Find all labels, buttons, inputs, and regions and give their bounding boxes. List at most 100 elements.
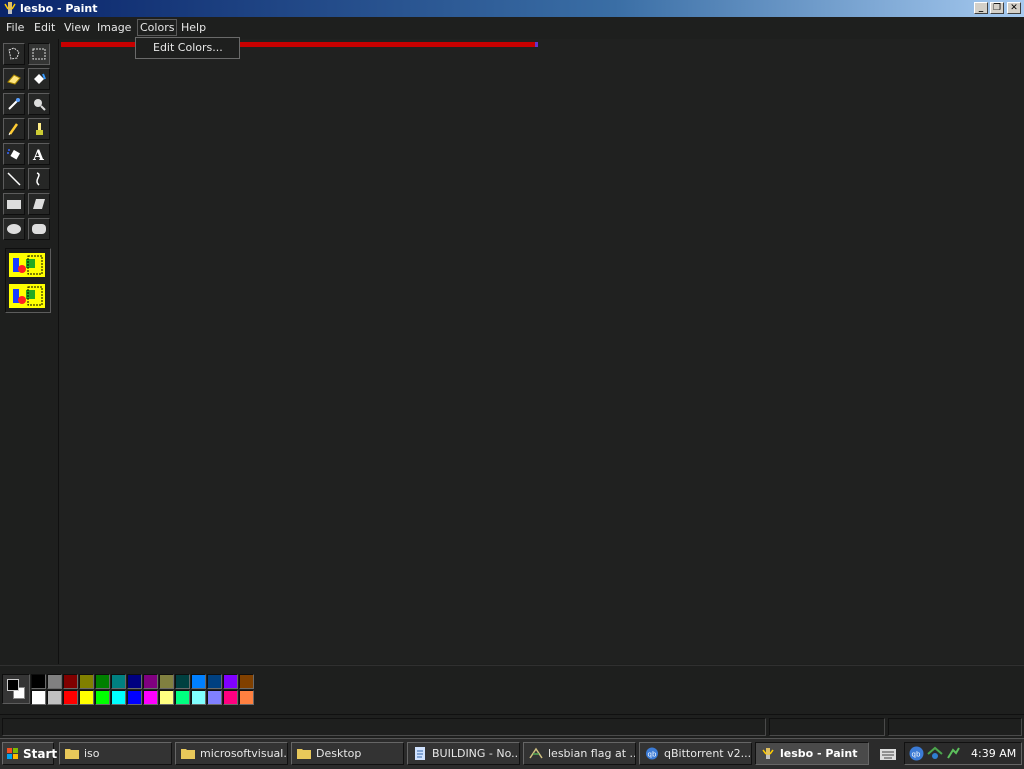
- network-tray-icon[interactable]: [927, 746, 943, 761]
- polygon-icon: [33, 199, 45, 209]
- tool-line[interactable]: [3, 168, 25, 190]
- tool-magnifier[interactable]: [28, 93, 50, 115]
- status-size-pane: [888, 718, 1022, 736]
- palette-swatch[interactable]: [207, 690, 222, 705]
- palette-swatch[interactable]: [127, 674, 142, 689]
- task-label: lesbo - Paint: [780, 747, 858, 760]
- notepad-icon: [415, 747, 425, 760]
- tool-brush[interactable]: [28, 118, 50, 140]
- close-icon: ✕: [1010, 3, 1018, 13]
- task-iso[interactable]: iso: [59, 742, 172, 765]
- task-qbittorrent[interactable]: qb qBittorrent v2....: [639, 742, 752, 765]
- palette-swatch[interactable]: [31, 674, 46, 689]
- palette-swatch[interactable]: [95, 690, 110, 705]
- status-text-pane: [2, 718, 766, 736]
- folder-icon: [297, 749, 311, 759]
- transparent-selection-option[interactable]: [9, 284, 45, 308]
- menu-view[interactable]: View: [62, 20, 92, 35]
- task-paint[interactable]: lesbo - Paint: [755, 742, 869, 765]
- opaque-selection-icon: [13, 255, 43, 275]
- task-desktop[interactable]: Desktop: [291, 742, 404, 765]
- task-label: BUILDING - No...: [432, 747, 520, 760]
- task-notepad-building[interactable]: BUILDING - No...: [407, 742, 520, 765]
- palette-swatch[interactable]: [159, 674, 174, 689]
- window-title: lesbo - Paint: [20, 2, 98, 15]
- palette-swatch[interactable]: [47, 674, 62, 689]
- task-microsoftvisual[interactable]: microsoftvisual...: [175, 742, 288, 765]
- tool-pick-color[interactable]: [3, 93, 25, 115]
- text-icon: A: [32, 148, 45, 162]
- restore-button[interactable]: ❐: [990, 2, 1004, 14]
- tool-curve[interactable]: [28, 168, 50, 190]
- start-label: Start: [23, 747, 58, 761]
- drawing-canvas[interactable]: [58, 39, 1024, 664]
- tool-ellipse[interactable]: [3, 218, 25, 240]
- palette-swatch[interactable]: [239, 690, 254, 705]
- svg-text:qb: qb: [648, 751, 657, 759]
- menu-file[interactable]: File: [4, 20, 26, 35]
- palette-swatch[interactable]: [79, 674, 94, 689]
- palette-swatch[interactable]: [207, 674, 222, 689]
- palette-swatch[interactable]: [191, 690, 206, 705]
- palette-swatch[interactable]: [111, 674, 126, 689]
- palette-swatch[interactable]: [175, 674, 190, 689]
- palette-swatch[interactable]: [79, 690, 94, 705]
- colors-menu-dropdown: Edit Colors...: [135, 37, 240, 59]
- palette-swatch[interactable]: [63, 690, 78, 705]
- palette-swatch[interactable]: [31, 690, 46, 705]
- palette-swatch[interactable]: [223, 690, 238, 705]
- eraser-icon: [7, 74, 21, 85]
- palette-swatch[interactable]: [63, 674, 78, 689]
- menu-item-edit-colors[interactable]: Edit Colors...: [153, 41, 223, 54]
- tool-rounded-rectangle[interactable]: [28, 218, 50, 240]
- qbittorrent-tray-icon[interactable]: qb: [909, 746, 924, 761]
- tool-airbrush[interactable]: [3, 143, 25, 165]
- tool-rectangle[interactable]: [3, 193, 25, 215]
- canvas-stripe-end: [535, 42, 538, 47]
- start-button[interactable]: Start: [2, 742, 58, 765]
- palette-swatch[interactable]: [95, 674, 110, 689]
- palette-swatch[interactable]: [143, 674, 158, 689]
- menu-help[interactable]: Help: [179, 20, 208, 35]
- status-coords-pane: [769, 718, 885, 736]
- minimize-button[interactable]: _: [974, 2, 988, 14]
- clock[interactable]: 4:39 AM: [971, 747, 1016, 760]
- menu-edit[interactable]: Edit: [32, 20, 57, 35]
- fill-bucket-icon: [34, 73, 46, 84]
- tool-text[interactable]: A: [28, 143, 50, 165]
- opaque-selection-option[interactable]: [9, 253, 45, 277]
- palette-swatch[interactable]: [127, 690, 142, 705]
- tool-fill[interactable]: [28, 68, 50, 90]
- menu-colors[interactable]: Colors: [137, 19, 178, 36]
- qbittorrent-icon: qb: [646, 747, 658, 760]
- palette-swatch[interactable]: [239, 674, 254, 689]
- palette-swatch[interactable]: [111, 690, 126, 705]
- line-icon: [7, 172, 21, 186]
- palette-swatch[interactable]: [175, 690, 190, 705]
- foreground-color-swatch[interactable]: [7, 679, 19, 691]
- keyboard-icon[interactable]: [880, 749, 896, 760]
- palette-swatch[interactable]: [159, 690, 174, 705]
- free-form-select-icon: [8, 47, 20, 60]
- paint-icon: [762, 748, 774, 759]
- palette-swatch[interactable]: [47, 690, 62, 705]
- taskbar: Start iso microsoftvisual... Desktop BUI…: [0, 738, 1024, 769]
- task-label: microsoftvisual...: [200, 747, 288, 760]
- safely-remove-hardware-icon[interactable]: [946, 746, 961, 761]
- palette-swatch[interactable]: [223, 674, 238, 689]
- tool-pencil[interactable]: [3, 118, 25, 140]
- tool-eraser[interactable]: [3, 68, 25, 90]
- close-button[interactable]: ✕: [1007, 2, 1021, 14]
- palette-swatch[interactable]: [143, 690, 158, 705]
- title-bar[interactable]: lesbo - Paint _ ❐ ✕: [0, 0, 1024, 17]
- task-label: iso: [84, 747, 100, 760]
- current-colors-box[interactable]: [2, 674, 30, 704]
- tool-select[interactable]: [28, 43, 50, 65]
- tool-polygon[interactable]: [28, 193, 50, 215]
- palette-swatch[interactable]: [191, 674, 206, 689]
- rectangle-icon: [7, 200, 21, 209]
- menu-image[interactable]: Image: [95, 20, 133, 35]
- magnifier-icon: [34, 99, 46, 111]
- task-browser[interactable]: lesbian flag at ...: [523, 742, 636, 765]
- tool-free-form-select[interactable]: [3, 43, 25, 65]
